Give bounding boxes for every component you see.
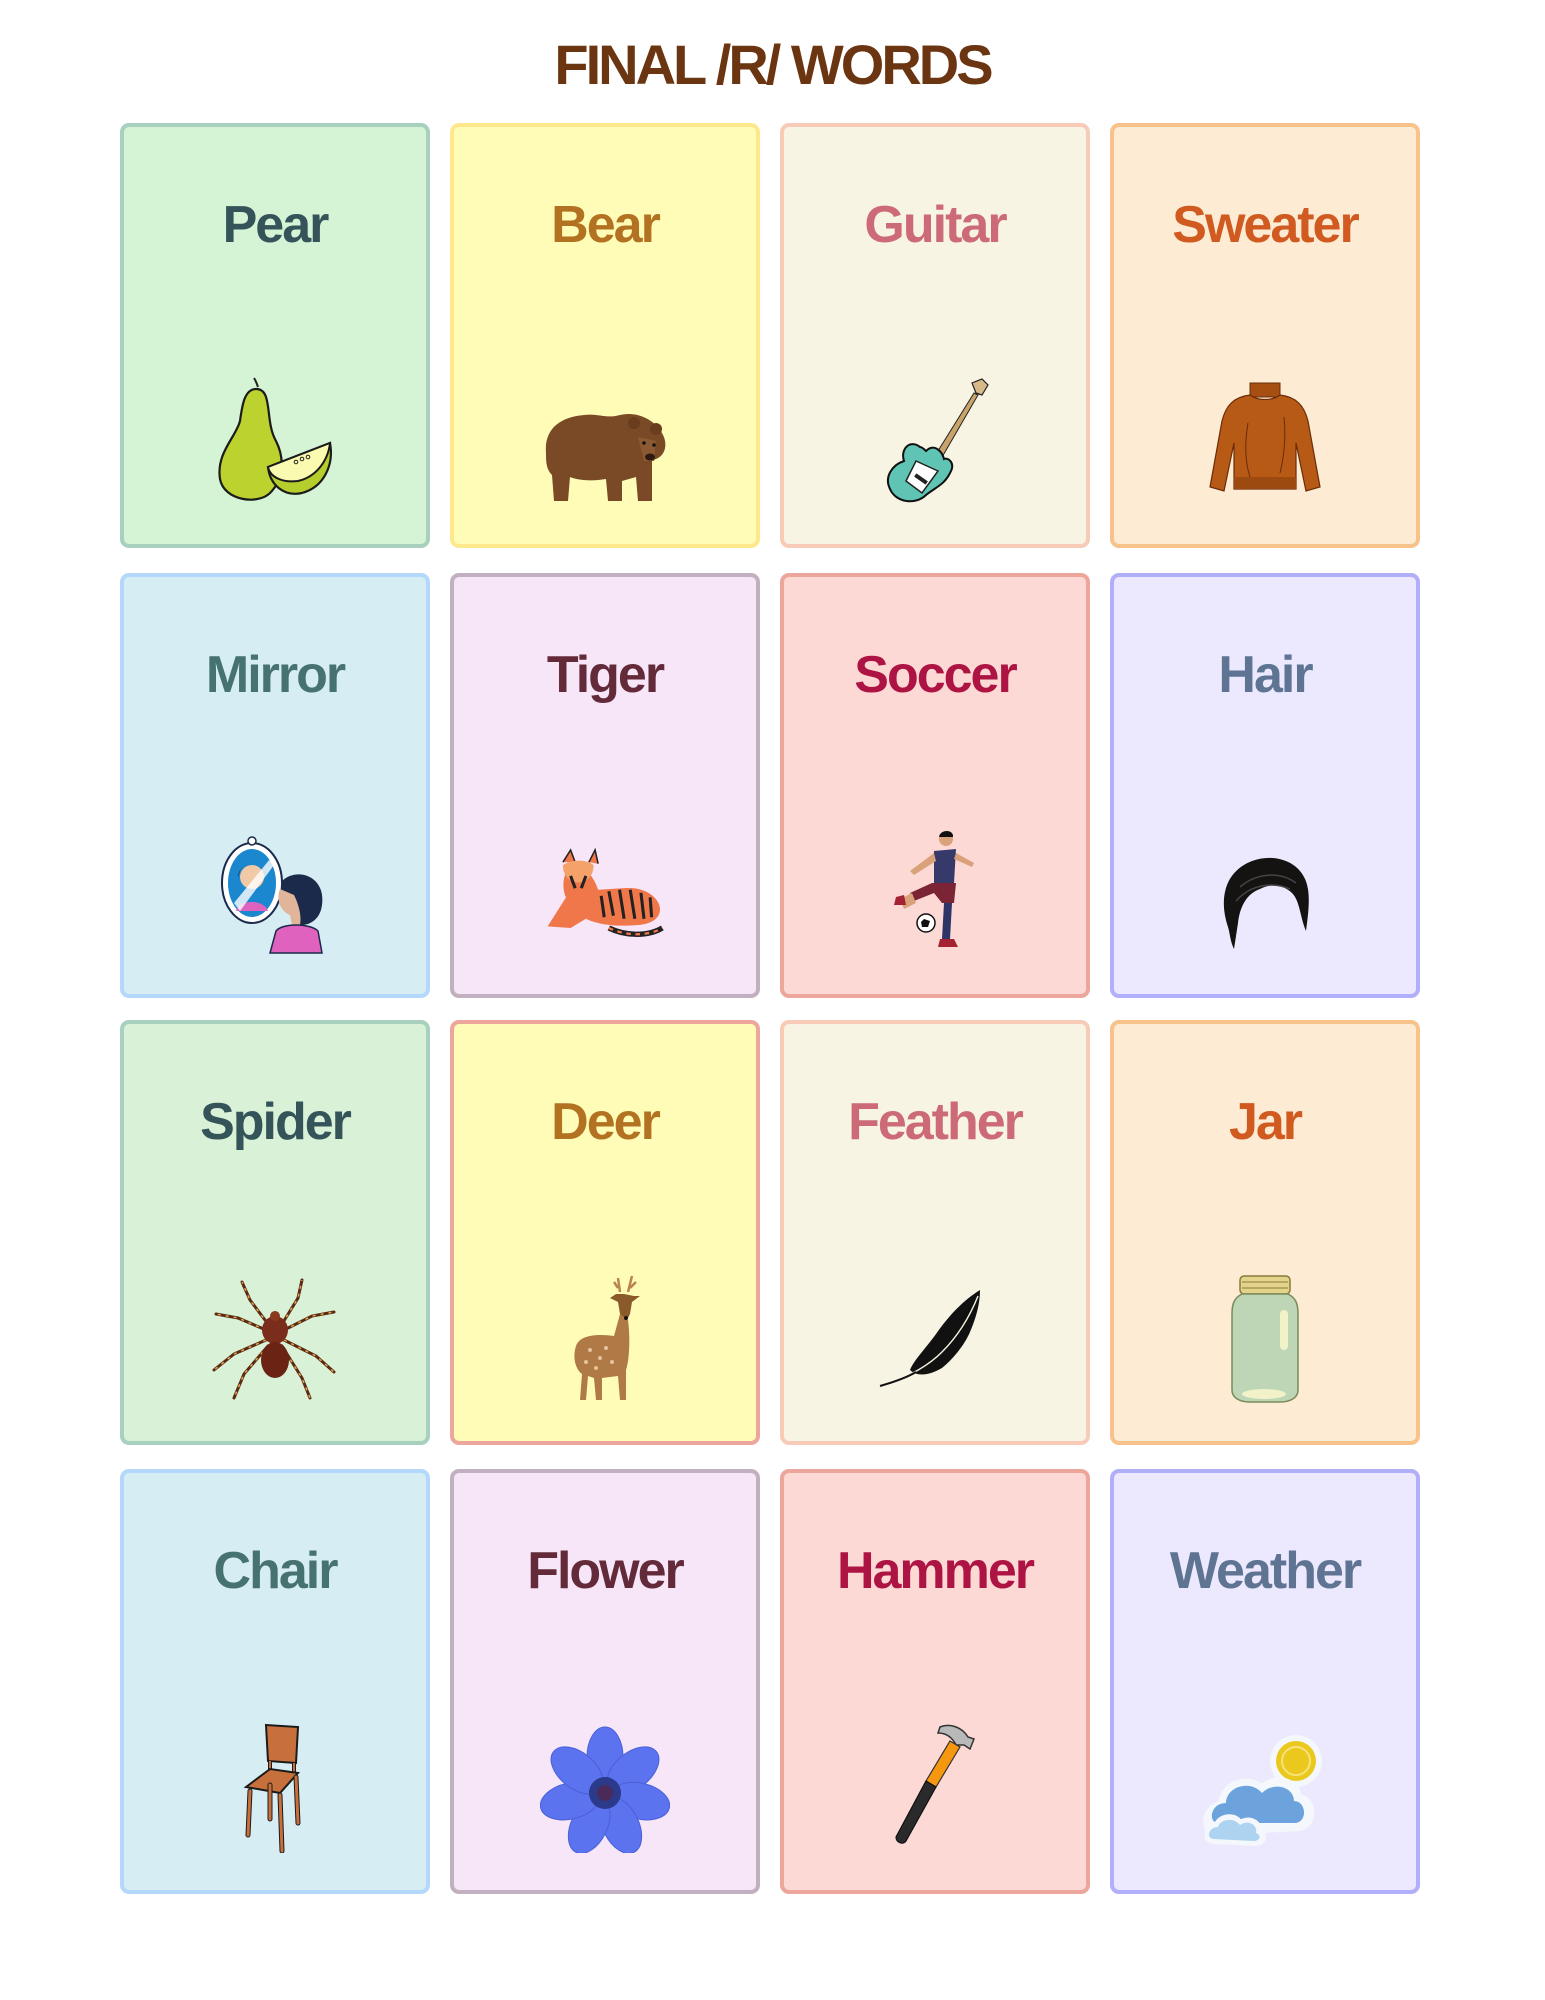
spider-icon	[210, 1274, 340, 1404]
word-card-soccer: Soccer	[780, 573, 1090, 998]
mirror-icon	[210, 827, 340, 957]
card-word: Weather	[1169, 1542, 1362, 1600]
word-card-hammer: Hammer	[780, 1469, 1090, 1894]
word-card-weather: Weather	[1110, 1469, 1420, 1894]
card-word: Tiger	[546, 646, 665, 704]
word-card-deer: Deer	[450, 1020, 760, 1445]
guitar-icon	[870, 377, 1000, 507]
card-word: Spider	[200, 1093, 352, 1151]
word-card-guitar: Guitar	[780, 123, 1090, 548]
sweater-icon	[1200, 377, 1330, 507]
feather-icon	[870, 1274, 1000, 1404]
card-word: Bear	[551, 196, 661, 254]
tiger-icon	[540, 827, 670, 957]
card-word: Pear	[222, 196, 330, 254]
word-card-flower: Flower	[450, 1469, 760, 1894]
card-word: Mirror	[205, 646, 346, 704]
word-card-hair: Hair	[1110, 573, 1420, 998]
card-word: Jar	[1228, 1093, 1303, 1151]
card-word: Guitar	[864, 196, 1007, 254]
weather-icon	[1200, 1723, 1330, 1853]
jar-icon	[1200, 1274, 1330, 1404]
page-title: FINAL /R/ WORDS	[554, 33, 993, 96]
chair-icon	[210, 1723, 340, 1853]
deer-icon	[540, 1274, 670, 1404]
pear-icon	[210, 377, 340, 507]
word-card-feather: Feather	[780, 1020, 1090, 1445]
card-word: Chair	[213, 1542, 339, 1600]
word-card-pear: Pear	[120, 123, 430, 548]
hair-icon	[1200, 827, 1330, 957]
word-card-bear: Bear	[450, 123, 760, 548]
card-word: Flower	[527, 1542, 685, 1600]
card-word: Hammer	[836, 1542, 1035, 1600]
soccer-player-icon	[870, 827, 1000, 957]
card-word: Sweater	[1172, 196, 1359, 254]
flower-icon	[540, 1723, 670, 1853]
word-card-spider: Spider	[120, 1020, 430, 1445]
bear-icon	[540, 377, 670, 507]
word-card-jar: Jar	[1110, 1020, 1420, 1445]
word-card-chair: Chair	[120, 1469, 430, 1894]
hammer-icon	[870, 1723, 1000, 1853]
card-word: Feather	[848, 1093, 1024, 1151]
word-card-mirror: Mirror	[120, 573, 430, 998]
word-card-tiger: Tiger	[450, 573, 760, 998]
card-word: Soccer	[854, 646, 1017, 704]
word-card-sweater: Sweater	[1110, 123, 1420, 548]
card-word: Hair	[1218, 646, 1313, 704]
card-word: Deer	[551, 1093, 661, 1151]
